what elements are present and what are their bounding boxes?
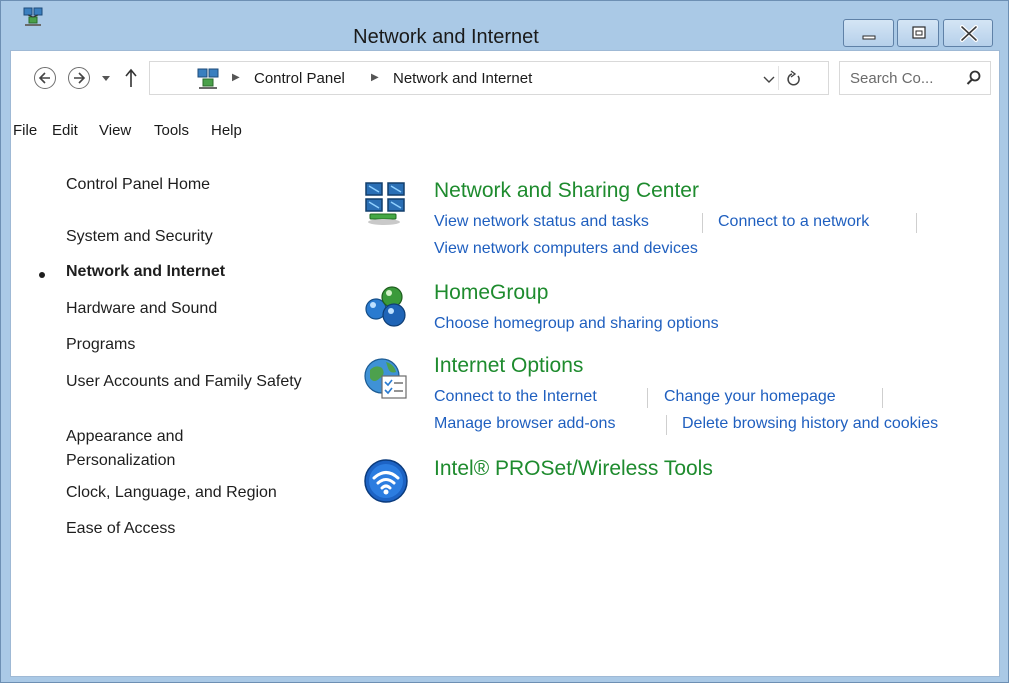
intel-wireless-icon[interactable] bbox=[362, 457, 410, 505]
control-panel-home-link[interactable]: Control Panel Home bbox=[66, 173, 210, 197]
menu-help[interactable]: Help bbox=[211, 122, 242, 139]
close-button[interactable] bbox=[943, 19, 993, 47]
network-location-icon bbox=[197, 68, 219, 89]
breadcrumb-control-panel[interactable]: Control Panel bbox=[254, 70, 345, 87]
category-title[interactable]: Network and Sharing Center bbox=[434, 179, 699, 203]
nav-ease-of-access[interactable]: Ease of Access bbox=[66, 517, 175, 541]
left-navigation-pane: Control Panel Home System and Security N… bbox=[11, 145, 341, 665]
search-box[interactable]: Search Co... bbox=[839, 61, 991, 95]
menu-edit[interactable]: Edit bbox=[52, 122, 78, 139]
client-area: ▶ Control Panel ▶ Network and Internet S… bbox=[10, 50, 1000, 677]
nav-hardware-and-sound[interactable]: Hardware and Sound bbox=[66, 297, 217, 321]
task-separator bbox=[647, 388, 648, 408]
breadcrumb-separator-icon[interactable]: ▶ bbox=[232, 72, 240, 83]
homegroup-icon[interactable] bbox=[362, 281, 410, 329]
restore-button[interactable] bbox=[897, 19, 939, 47]
minimize-icon bbox=[862, 35, 876, 40]
back-button[interactable] bbox=[34, 67, 56, 89]
task-separator bbox=[882, 388, 883, 408]
task-connect-to-network[interactable]: Connect to a network bbox=[718, 213, 869, 231]
search-input[interactable]: Search Co... bbox=[850, 70, 933, 87]
task-view-network-status[interactable]: View network status and tasks bbox=[434, 213, 649, 231]
nav-clock-language-and-region[interactable]: Clock, Language, and Region bbox=[66, 481, 277, 505]
search-icon[interactable] bbox=[966, 70, 982, 86]
title-bar[interactable]: Network and Internet bbox=[1, 1, 1008, 49]
category-homegroup: HomeGroup Choose homegroup and sharing o… bbox=[362, 281, 992, 337]
task-homegroup-sharing-options[interactable]: Choose homegroup and sharing options bbox=[434, 315, 719, 333]
back-arrow-icon bbox=[38, 72, 50, 84]
refresh-icon[interactable] bbox=[786, 70, 802, 88]
task-separator bbox=[702, 213, 703, 233]
nav-system-and-security[interactable]: System and Security bbox=[66, 225, 213, 249]
forward-arrow-icon bbox=[74, 72, 86, 84]
address-divider bbox=[778, 66, 779, 90]
menu-bar: File Edit View Tools Help bbox=[11, 111, 999, 145]
window-frame: Network and Internet ▶ Control Panel ▶ N… bbox=[0, 0, 1009, 683]
task-view-network-computers[interactable]: View network computers and devices bbox=[434, 240, 698, 258]
task-connect-to-internet[interactable]: Connect to the Internet bbox=[434, 388, 597, 406]
restore-icon bbox=[912, 26, 926, 39]
category-intel-proset-wireless: Intel® PROSet/Wireless Tools bbox=[362, 457, 992, 507]
breadcrumb-network-and-internet[interactable]: Network and Internet bbox=[393, 70, 532, 87]
task-manage-browser-add-ons[interactable]: Manage browser add-ons bbox=[434, 415, 615, 433]
navigation-toolbar: ▶ Control Panel ▶ Network and Internet S… bbox=[11, 51, 999, 111]
network-sharing-center-icon[interactable] bbox=[362, 179, 410, 227]
task-change-homepage[interactable]: Change your homepage bbox=[664, 388, 836, 406]
internet-options-icon[interactable] bbox=[362, 354, 410, 402]
address-dropdown-chevron-icon[interactable] bbox=[763, 76, 775, 84]
minimize-button[interactable] bbox=[843, 19, 894, 47]
recent-locations-chevron-icon[interactable] bbox=[101, 75, 111, 83]
up-arrow-icon[interactable] bbox=[124, 68, 138, 88]
current-category-bullet bbox=[39, 272, 45, 278]
category-internet-options: Internet Options Connect to the Internet… bbox=[362, 354, 1002, 438]
close-icon bbox=[960, 25, 978, 42]
nav-appearance-and-personalization[interactable]: Appearance and Personalization bbox=[66, 425, 226, 473]
task-separator bbox=[916, 213, 917, 233]
category-network-and-sharing-center: Network and Sharing Center View network … bbox=[362, 179, 992, 269]
category-title[interactable]: HomeGroup bbox=[434, 281, 548, 305]
menu-tools[interactable]: Tools bbox=[154, 122, 189, 139]
nav-network-and-internet[interactable]: Network and Internet bbox=[66, 260, 225, 284]
breadcrumb-separator-icon[interactable]: ▶ bbox=[371, 72, 379, 83]
nav-programs[interactable]: Programs bbox=[66, 333, 135, 357]
category-title[interactable]: Internet Options bbox=[434, 354, 583, 378]
task-delete-browsing-history[interactable]: Delete browsing history and cookies bbox=[682, 415, 938, 433]
task-separator bbox=[666, 415, 667, 435]
menu-view[interactable]: View bbox=[99, 122, 131, 139]
forward-button[interactable] bbox=[68, 67, 90, 89]
window-title: Network and Internet bbox=[353, 26, 539, 48]
address-bar[interactable]: ▶ Control Panel ▶ Network and Internet bbox=[149, 61, 829, 95]
menu-file[interactable]: File bbox=[13, 122, 37, 139]
nav-user-accounts-and-family-safety[interactable]: User Accounts and Family Safety bbox=[66, 370, 306, 394]
category-title[interactable]: Intel® PROSet/Wireless Tools bbox=[434, 457, 713, 481]
